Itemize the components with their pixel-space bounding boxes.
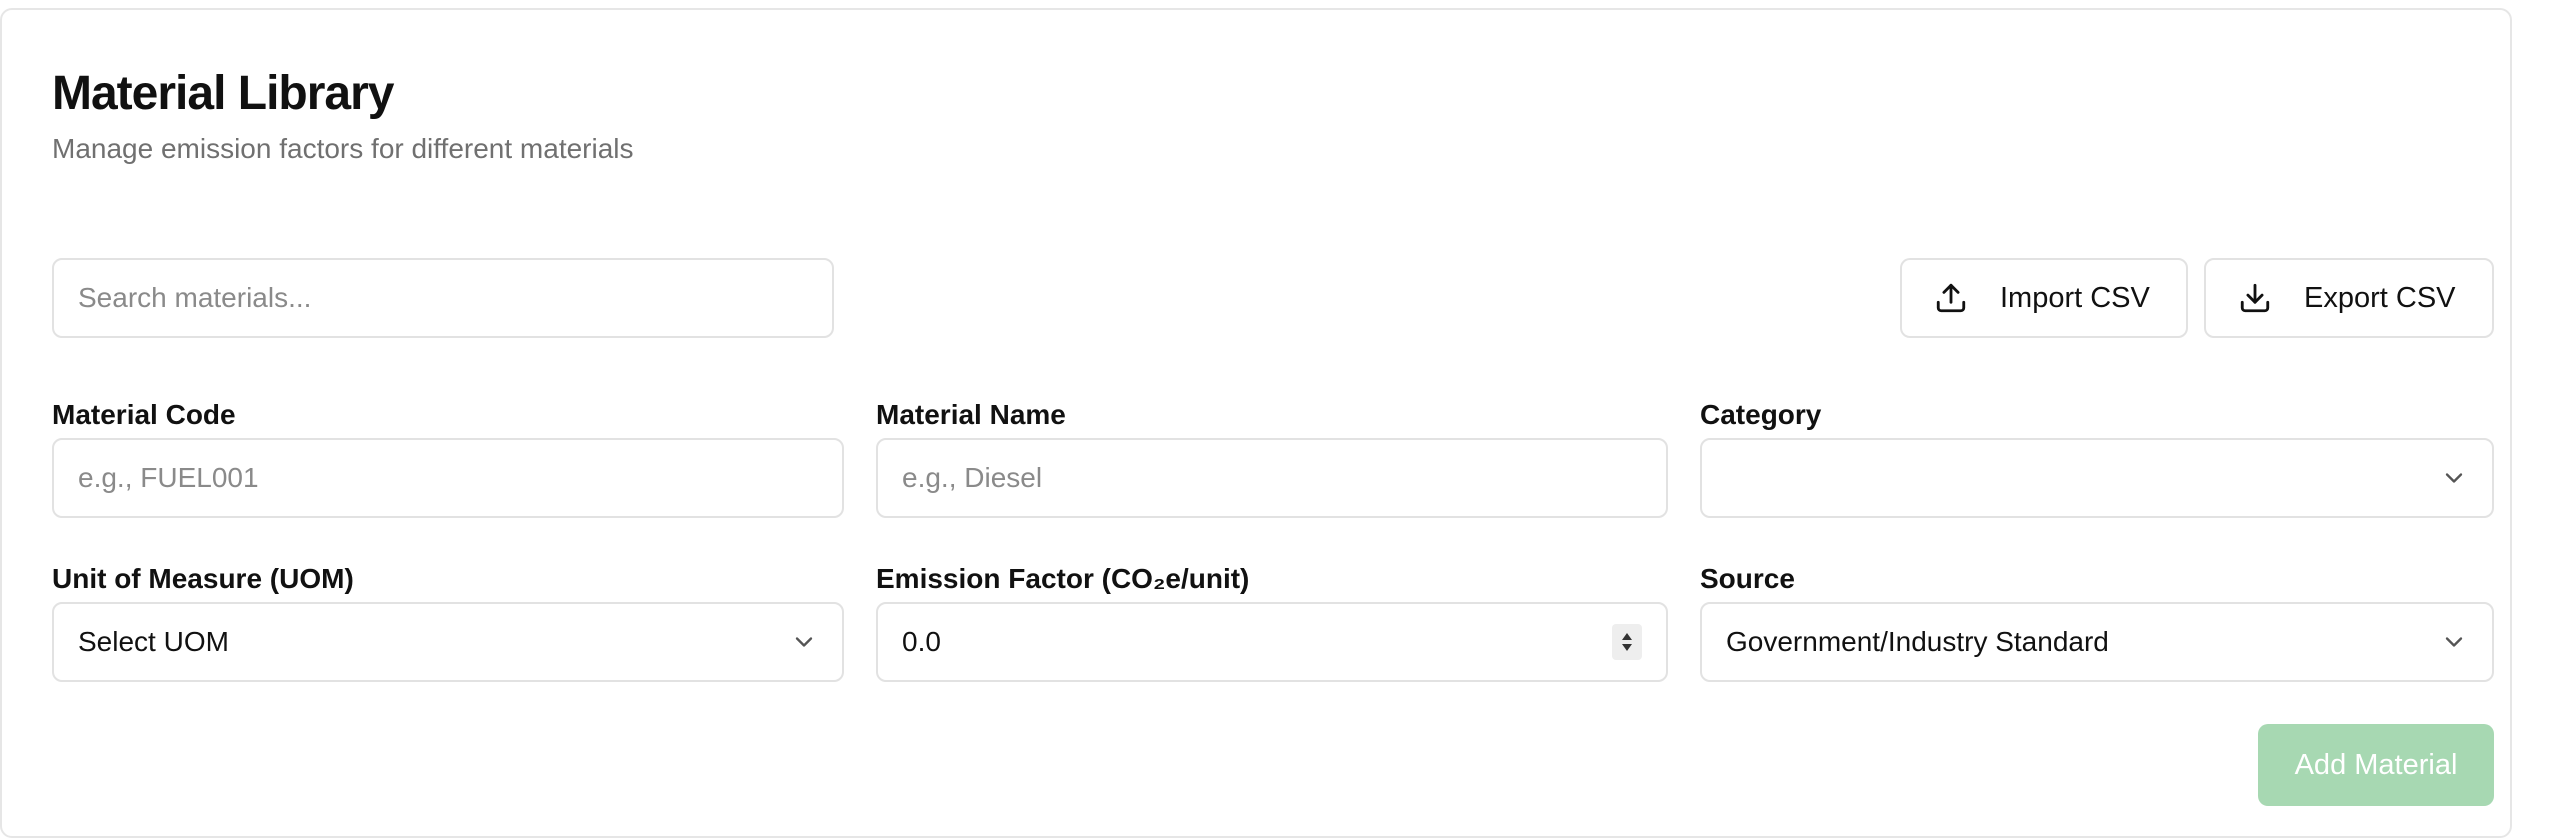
page-subtitle: Manage emission factors for different ma… — [52, 133, 634, 164]
source-label: Source — [1700, 563, 1795, 594]
import-csv-label: Import CSV — [2000, 281, 2150, 314]
material-code-label: Material Code — [52, 399, 236, 430]
chevron-down-icon — [790, 628, 818, 656]
material-name-input[interactable] — [876, 438, 1668, 518]
material-library-card: Material Library Manage emission factors… — [0, 8, 2512, 838]
emission-factor-input[interactable]: 0.0 — [876, 602, 1668, 682]
source-select[interactable]: Government/Industry Standard — [1700, 602, 2494, 682]
download-icon — [2238, 281, 2272, 315]
upload-icon — [1934, 281, 1968, 315]
material-code-input[interactable] — [52, 438, 844, 518]
uom-select[interactable]: Select UOM — [52, 602, 844, 682]
export-csv-label: Export CSV — [2304, 281, 2456, 314]
uom-label: Unit of Measure (UOM) — [52, 563, 354, 594]
chevron-down-icon — [2440, 628, 2468, 656]
add-material-button[interactable]: Add Material — [2258, 724, 2494, 806]
emission-factor-label: Emission Factor (CO₂e/unit) — [876, 563, 1250, 594]
page-title: Material Library — [52, 67, 394, 120]
category-select[interactable] — [1700, 438, 2494, 518]
category-label: Category — [1700, 399, 1822, 430]
number-stepper-icon[interactable] — [1612, 624, 1642, 660]
material-name-label: Material Name — [876, 399, 1066, 430]
chevron-down-icon — [2440, 464, 2468, 492]
emission-factor-value: 0.0 — [902, 626, 941, 657]
import-csv-button[interactable]: Import CSV — [1900, 258, 2188, 338]
export-csv-button[interactable]: Export CSV — [2204, 258, 2494, 338]
search-input[interactable] — [52, 258, 834, 338]
source-value: Government/Industry Standard — [1726, 626, 2109, 657]
uom-value: Select UOM — [78, 626, 229, 657]
